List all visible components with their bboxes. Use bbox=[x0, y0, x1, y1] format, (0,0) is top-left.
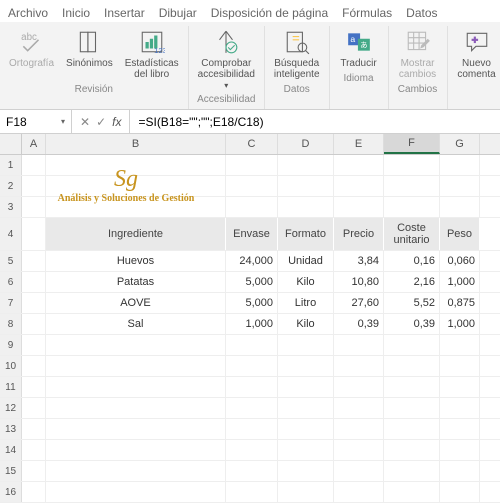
select-all-corner[interactable] bbox=[0, 134, 22, 154]
row-header[interactable]: 3 bbox=[0, 197, 22, 217]
row-header[interactable]: 1 bbox=[0, 155, 22, 175]
row-header[interactable]: 4 bbox=[0, 218, 22, 250]
row-12: 12 bbox=[0, 398, 500, 419]
smart-lookup-button[interactable]: Búsqueda inteligente bbox=[271, 26, 323, 82]
new-comment-button[interactable]: Nuevo comenta bbox=[454, 26, 500, 82]
row-header[interactable]: 16 bbox=[0, 482, 22, 502]
row-header[interactable]: 13 bbox=[0, 419, 22, 439]
spelling-button[interactable]: abc Ortografía bbox=[6, 26, 57, 71]
svg-text:abc: abc bbox=[21, 32, 37, 43]
col-header-e[interactable]: E bbox=[334, 134, 384, 154]
chevron-down-icon[interactable]: ▾ bbox=[61, 117, 65, 126]
svg-text:123: 123 bbox=[154, 46, 165, 55]
check-accessibility-button[interactable]: Comprobar accesibilidad ▾ bbox=[195, 26, 258, 92]
row-11: 11 bbox=[0, 377, 500, 398]
group-label-datos: Datos bbox=[284, 84, 310, 97]
menu-bar: Archivo Inicio Insertar Dibujar Disposic… bbox=[0, 0, 500, 22]
table-row: 7AOVE5,000Litro27,605,520,875 bbox=[0, 293, 500, 314]
name-box[interactable]: ▾ bbox=[0, 110, 72, 133]
row-header[interactable]: 14 bbox=[0, 440, 22, 460]
translate-button[interactable]: aあ Traducir bbox=[336, 26, 382, 71]
header-envase[interactable]: Envase bbox=[226, 218, 278, 250]
menu-datos[interactable]: Datos bbox=[406, 6, 437, 20]
ribbon-group-accesibilidad: Comprobar accesibilidad ▾ Accesibilidad bbox=[189, 26, 265, 109]
group-label-cambios: Cambios bbox=[398, 84, 437, 97]
group-label-idioma: Idioma bbox=[344, 73, 374, 86]
menu-insertar[interactable]: Insertar bbox=[104, 6, 145, 20]
table-row: 6Patatas5,000Kilo10,802,161,000 bbox=[0, 272, 500, 293]
row-9: 9 bbox=[0, 335, 500, 356]
confirm-icon[interactable]: ✓ bbox=[96, 115, 106, 129]
menu-formulas[interactable]: Fórmulas bbox=[342, 6, 392, 20]
row-14: 14 bbox=[0, 440, 500, 461]
translate-icon: aあ bbox=[345, 28, 373, 56]
row-header[interactable]: 10 bbox=[0, 356, 22, 376]
row-header[interactable]: 15 bbox=[0, 461, 22, 481]
workbook-stats-button[interactable]: 123 Estadísticas del libro bbox=[122, 26, 182, 82]
company-logo: Sg Análisis y Soluciones de Gestión bbox=[26, 155, 226, 215]
spreadsheet-grid: A B C D E F G Sg Análisis y Soluciones d… bbox=[0, 134, 500, 504]
row-15: 15 bbox=[0, 461, 500, 482]
formula-icons: ✕ ✓ fx bbox=[72, 110, 130, 133]
column-headers: A B C D E F G bbox=[0, 134, 500, 155]
name-box-input[interactable] bbox=[6, 115, 52, 129]
row-13: 13 bbox=[0, 419, 500, 440]
col-header-b[interactable]: B bbox=[46, 134, 226, 154]
row-header[interactable]: 11 bbox=[0, 377, 22, 397]
menu-archivo[interactable]: Archivo bbox=[8, 6, 48, 20]
menu-dibujar[interactable]: Dibujar bbox=[159, 6, 197, 20]
header-coste[interactable]: Coste unitario bbox=[384, 218, 440, 250]
row-10: 10 bbox=[0, 356, 500, 377]
svg-text:あ: あ bbox=[360, 40, 368, 49]
row-4-headers: 4 Ingrediente Envase Formato Precio Cost… bbox=[0, 218, 500, 251]
row-header[interactable]: 2 bbox=[0, 176, 22, 196]
col-header-f[interactable]: F bbox=[384, 134, 440, 154]
table-row: 5Huevos24,000Unidad3,840,160,060 bbox=[0, 251, 500, 272]
show-changes-button[interactable]: Mostrar cambios bbox=[395, 26, 441, 82]
col-header-a[interactable]: A bbox=[22, 134, 46, 154]
fx-icon[interactable]: fx bbox=[112, 115, 121, 129]
ribbon-group-idioma: aあ Traducir Idioma bbox=[330, 26, 389, 109]
accessibility-icon bbox=[212, 28, 240, 56]
logo-tagline: Análisis y Soluciones de Gestión bbox=[58, 193, 195, 204]
book-icon bbox=[75, 28, 103, 56]
logo-brand: Sg bbox=[114, 166, 138, 193]
thesaurus-button[interactable]: Sinónimos bbox=[63, 26, 116, 71]
header-peso[interactable]: Peso bbox=[440, 218, 480, 250]
menu-inicio[interactable]: Inicio bbox=[62, 6, 90, 20]
cancel-icon[interactable]: ✕ bbox=[80, 115, 90, 129]
ribbon-group-datos: Búsqueda inteligente Datos bbox=[265, 26, 330, 109]
header-formato[interactable]: Formato bbox=[278, 218, 334, 250]
row-header[interactable]: 12 bbox=[0, 398, 22, 418]
formula-bar[interactable] bbox=[130, 115, 500, 129]
ribbon-group-comments: Nuevo comenta bbox=[448, 26, 500, 109]
row-header[interactable]: 5 bbox=[0, 251, 22, 271]
col-header-d[interactable]: D bbox=[278, 134, 334, 154]
lightbulb-search-icon bbox=[283, 28, 311, 56]
abc-icon: abc bbox=[18, 28, 46, 56]
comment-plus-icon bbox=[463, 28, 491, 56]
menu-disposicion[interactable]: Disposición de página bbox=[211, 6, 328, 20]
group-label-revision: Revisión bbox=[75, 84, 113, 97]
table-row: 8Sal1,000Kilo0,390,391,000 bbox=[0, 314, 500, 335]
chevron-down-icon: ▾ bbox=[224, 81, 228, 90]
stats-icon: 123 bbox=[138, 28, 166, 56]
col-header-g[interactable]: G bbox=[440, 134, 480, 154]
group-label-accesibilidad: Accesibilidad bbox=[197, 94, 255, 107]
header-ingrediente[interactable]: Ingrediente bbox=[46, 218, 226, 250]
grid-pencil-icon bbox=[404, 28, 432, 56]
row-header[interactable]: 9 bbox=[0, 335, 22, 355]
col-header-c[interactable]: C bbox=[226, 134, 278, 154]
formula-input[interactable] bbox=[138, 115, 492, 129]
row-header[interactable]: 8 bbox=[0, 314, 22, 334]
row-header[interactable]: 7 bbox=[0, 293, 22, 313]
row-header[interactable]: 6 bbox=[0, 272, 22, 292]
ribbon: abc Ortografía Sinónimos 123 Estadística… bbox=[0, 22, 500, 110]
formula-bar-row: ▾ ✕ ✓ fx bbox=[0, 110, 500, 134]
ribbon-group-cambios: Mostrar cambios Cambios bbox=[389, 26, 448, 109]
ribbon-group-revision: abc Ortografía Sinónimos 123 Estadística… bbox=[0, 26, 189, 109]
header-precio[interactable]: Precio bbox=[334, 218, 384, 250]
svg-text:a: a bbox=[350, 34, 355, 44]
